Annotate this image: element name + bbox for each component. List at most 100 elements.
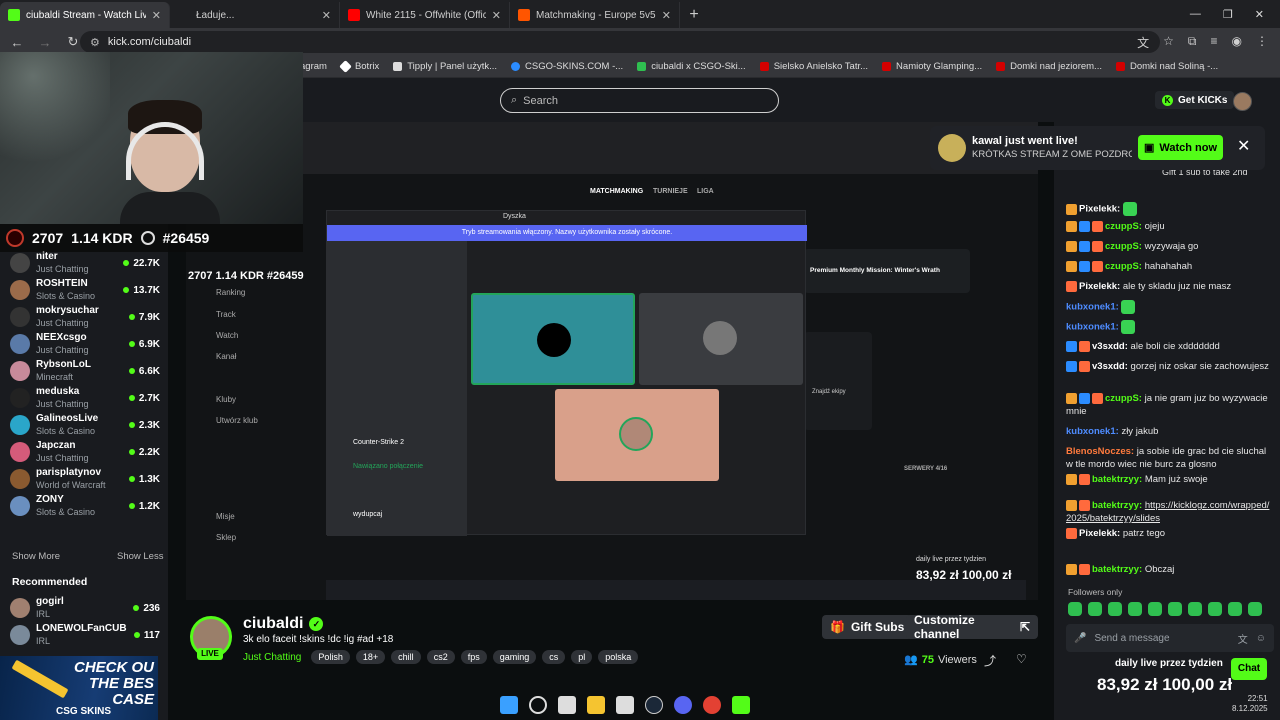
discord-icon[interactable] [674, 696, 692, 714]
show-less-link[interactable]: Show Less [117, 551, 163, 562]
emote-icon[interactable] [1208, 602, 1222, 616]
chat-username[interactable]: Pixelekk: [1079, 281, 1120, 292]
tag-0[interactable]: Polish [311, 650, 350, 664]
close-window-icon[interactable]: ✕ [1255, 8, 1264, 21]
folder-icon[interactable] [587, 696, 605, 714]
windows-start-icon[interactable] [500, 696, 518, 714]
emote-icon[interactable] [1248, 602, 1262, 616]
forward-icon[interactable]: → [38, 35, 52, 50]
chat-input[interactable]: 🎤 Send a message 文 ☺ [1066, 624, 1274, 652]
chat-username[interactable]: czuppS: [1105, 241, 1142, 252]
chat-username[interactable]: Pixelekk: [1079, 204, 1120, 215]
share-icon[interactable]: ⤴ [984, 652, 996, 669]
show-more-link[interactable]: Show More [12, 551, 60, 562]
bookmark-item[interactable]: Namioty Glamping... [882, 61, 982, 72]
tag-2[interactable]: chill [391, 650, 421, 664]
translate-icon[interactable]: 文 [1238, 631, 1248, 646]
chat-username[interactable]: v3sxdd: [1092, 341, 1128, 352]
chat-username[interactable]: kubxonek1: [1066, 322, 1119, 333]
emote-icon[interactable] [1188, 602, 1202, 616]
emote-icon[interactable] [1108, 602, 1122, 616]
close-icon[interactable]: ✕ [1237, 136, 1250, 156]
emote-icon[interactable] [1168, 602, 1182, 616]
new-tab-button[interactable]: + [680, 2, 708, 28]
chat-username[interactable]: Pixelekk: [1079, 528, 1120, 539]
bookmark-item[interactable]: agram [300, 61, 327, 72]
search-input[interactable]: ⌕ Search [500, 88, 779, 113]
chat-username[interactable]: czuppS: [1105, 221, 1142, 232]
minimize-icon[interactable]: — [1190, 8, 1201, 20]
close-tab-icon[interactable]: ✕ [322, 9, 331, 22]
chat-username[interactable]: v3sxdd: [1092, 361, 1128, 372]
gift-subs-button[interactable]: 🎁 Gift Subs [822, 615, 913, 639]
tag-7[interactable]: pl [571, 650, 593, 664]
tag-3[interactable]: cs2 [426, 650, 455, 664]
menu-icon[interactable]: ⋮ [1256, 34, 1268, 51]
emote-icon[interactable] [1148, 602, 1162, 616]
tag-4[interactable]: fps [460, 650, 487, 664]
emote-icon[interactable] [1068, 602, 1082, 616]
reload-icon[interactable]: ↻ [66, 34, 80, 50]
media-icon[interactable]: ≡ [1211, 34, 1218, 51]
restore-icon[interactable]: ❐ [1223, 8, 1233, 21]
chat-username[interactable]: batektrzyy: [1092, 474, 1142, 485]
kick-icon[interactable] [732, 696, 750, 714]
app-icon[interactable] [616, 696, 634, 714]
chat-username[interactable]: czuppS: [1105, 393, 1142, 404]
user-avatar[interactable] [1233, 92, 1252, 111]
close-tab-icon[interactable]: ✕ [492, 9, 501, 22]
stream-player[interactable]: MATCHMAKING TURNIEJE LIGA Ranking Track … [186, 122, 1038, 600]
chat-send-button[interactable]: Chat [1231, 658, 1267, 680]
tab-youtube[interactable]: White 2115 - Offwhite (Offic ✕ [340, 2, 510, 28]
mic-icon[interactable]: 🎤 [1074, 633, 1086, 644]
emote-icon[interactable] [1088, 602, 1102, 616]
category-link[interactable]: Just Chatting [243, 652, 301, 663]
profile-icon[interactable]: ◉ [1232, 34, 1242, 51]
back-icon[interactable]: ← [10, 35, 24, 50]
chat-username[interactable]: BlenosNoczes: [1066, 446, 1134, 457]
bookmark-item[interactable]: Domki nad jeziorem... [996, 61, 1102, 72]
sidebar-channel-lonewolfancub[interactable]: LONEWOLFanCUB IRL 117 [10, 617, 160, 653]
csgo-skins-ad[interactable]: CHECK OU THE BES CASE CSG SKINS [0, 656, 158, 720]
chat-badge-icon [1079, 220, 1090, 232]
close-tab-icon[interactable]: ✕ [662, 9, 671, 22]
bookmark-item[interactable]: Sielsko Anielsko Tatr... [759, 61, 868, 72]
address-bar[interactable]: ⚙ kick.com/ciubaldi [80, 31, 1160, 53]
store-icon[interactable] [558, 696, 576, 714]
bookmark-item[interactable]: ciubaldi x CSGO-Ski... [637, 61, 746, 72]
bookmark-item[interactable]: Tipply | Panel użytk... [393, 61, 497, 72]
chat-username[interactable]: batektrzyy: [1092, 500, 1142, 511]
extensions-icon[interactable]: ⧉ [1188, 34, 1197, 51]
get-kicks-button[interactable]: K Get KICKs [1155, 91, 1235, 109]
chat-username[interactable]: czuppS: [1105, 261, 1142, 272]
bookmark-star-icon[interactable]: ☆ [1163, 34, 1174, 51]
chat-username[interactable]: kubxonek1: [1066, 426, 1119, 437]
translate-icon[interactable]: 文 [1137, 34, 1149, 51]
tag-5[interactable]: gaming [492, 650, 537, 664]
bookmark-item[interactable]: Domki nad Soliną -... [1115, 61, 1218, 72]
close-tab-icon[interactable]: ✕ [152, 9, 161, 22]
tab-matchmaking[interactable]: Matchmaking - Europe 5v5 Qu ✕ [510, 2, 680, 28]
emote-icon [1122, 202, 1137, 216]
channel-name[interactable]: ciubaldi [243, 615, 303, 633]
tag-8[interactable]: polska [598, 650, 639, 664]
bookmark-item[interactable]: CSGO-SKINS.COM -... [511, 61, 623, 72]
bookmark-item[interactable]: Botrix [339, 60, 379, 73]
emote-icon[interactable] [1228, 602, 1242, 616]
tag-6[interactable]: cs [542, 650, 566, 664]
chat-username[interactable]: kubxonek1: [1066, 302, 1119, 313]
chat-username[interactable]: batektrzyy: [1092, 564, 1142, 575]
watch-now-button[interactable]: ▣ Watch now [1138, 135, 1223, 160]
search-icon[interactable] [529, 696, 547, 714]
steam-icon[interactable] [645, 696, 663, 714]
customize-channel-button[interactable]: Customize channel ⇱ [906, 613, 1038, 641]
emoji-icon[interactable]: ☺ [1256, 633, 1266, 644]
tab-loading[interactable]: Ładuje... ✕ [170, 2, 340, 28]
tab-kick-ciubaldi[interactable]: ciubaldi Stream - Watch Live on ✕ [0, 2, 170, 28]
tag-1[interactable]: 18+ [355, 650, 386, 664]
sidebar-channel-zony[interactable]: ZONY Slots & Casino 1.2K [10, 488, 160, 524]
emote-icon[interactable] [1128, 602, 1142, 616]
chrome-icon[interactable] [703, 696, 721, 714]
follow-icon[interactable]: ♡ [1016, 652, 1027, 666]
site-info-icon[interactable]: ⚙ [90, 36, 100, 49]
